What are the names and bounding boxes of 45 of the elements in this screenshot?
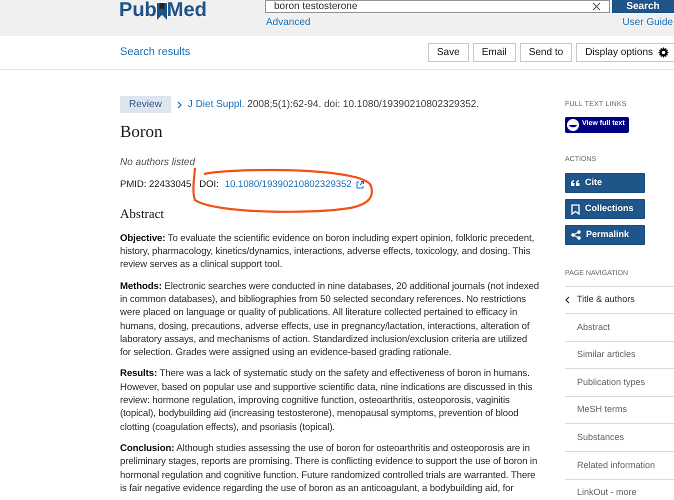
quote-icon: [571, 180, 580, 186]
external-link-icon: [356, 181, 364, 190]
display-options-button[interactable]: Display options: [576, 43, 674, 62]
abstract-paragraph: Objective: To evaluate the scientific evidence on boron including expert opinion, folkloric precedent, history, pharmacology, kinetics/dynamics, interactions, adverse effects, toxicology, and dosing. This review serves as a clinical support tool.: [120, 232, 536, 272]
search-button[interactable]: Search: [612, 0, 674, 13]
page-navigation-item[interactable]: Substances: [565, 423, 674, 452]
search-field[interactable]: boron testosterone: [265, 0, 610, 13]
action-button[interactable]: Permalink: [565, 225, 645, 245]
chevron-right-icon: [176, 100, 182, 108]
abstract-paragraph: Results: There was a lack of systematic study on the safety and effectiveness of boron in humans. However, based on popular use and supportive scientific data, nine indications are discussed in this review: hormone regulation, improving cognitive function, osteoarthritis, osteoporosis, vaginitis (topical), bodybuilding aid (increasing testosterone), menopausal symptoms, prevention of blood clotting (coagulation effects), and psoriasis (topical).: [120, 367, 534, 434]
clear-icon[interactable]: [592, 2, 601, 11]
abstract-heading: Abstract: [120, 205, 166, 224]
user-guide-link[interactable]: User Guide: [622, 15, 673, 30]
doi-label: DOI:: [199, 178, 219, 192]
page-navigation-item[interactable]: Publication types: [565, 368, 674, 396]
page-navigation-item[interactable]: MeSH terms: [565, 396, 674, 424]
pmid-text: PMID: 22433045: [120, 178, 192, 192]
gear-icon: [658, 47, 669, 58]
publisher-icon: [567, 118, 579, 130]
page-navigation-item[interactable]: Similar articles: [565, 340, 674, 368]
page-navigation-item[interactable]: Related information: [565, 451, 674, 479]
logo-text[interactable]: Med: [166, 0, 207, 20]
logo-text[interactable]: Pub: [119, 0, 157, 20]
logo-book-icon: [156, 3, 167, 20]
article-title: Boron: [120, 123, 164, 140]
page-navigation-item[interactable]: Abstract: [565, 313, 674, 341]
search-results-link[interactable]: Search results: [120, 44, 190, 61]
doi-link[interactable]: 10.1080/19390210802329352: [224, 178, 352, 192]
toolbar-button[interactable]: Send to: [520, 43, 572, 62]
authors-text: No authors listed: [120, 156, 196, 170]
bookmark-icon: [571, 204, 580, 214]
abstract-paragraph: Conclusion: Although studies assessing the use of boron for osteoarthritis and osteoporosis are in preliminary stages, reports are promising. There is conflicting evidence to support the use of boron in hormonal regulation and cognitive function. Future randomized controlled trials are warranted. There is fair negative evidence regarding the use of boron as an anticoagulant, a bodybuilding aid, for: [120, 442, 538, 496]
action-button[interactable]: Collections: [565, 199, 645, 219]
chevron-left-icon: [565, 296, 570, 304]
toolbar-button[interactable]: Save: [428, 43, 469, 62]
advanced-link[interactable]: Advanced: [266, 15, 310, 30]
citation-text: 2008;5(1):62-94. doi: 10.1080/19390210802329352.: [247, 99, 480, 110]
page-navigation-item[interactable]: Title & authors: [565, 286, 674, 314]
share-icon: [571, 230, 581, 240]
abstract-paragraph: Methods: Electronic searches were conducted in nine databases, 20 additional journals (not indexed in common databases), and bibliographies from 50 selected secondary references. No restrictions were placed on language or quality of publications. All literature collected pertained to efficacy in humans, dosing, precautions, adverse effects, use in pregnancy/lactation, interactions, alteration of laboratory assays, and mechanisms of action. Standardized inclusion/exclusion criteria are utilized for selection. Grades were assigned using an evidence-based grading rationale.: [120, 280, 540, 360]
page-navigation-item[interactable]: LinkOut - more: [565, 478, 674, 500]
review-badge: Review: [120, 96, 171, 113]
action-button[interactable]: Cite: [565, 173, 645, 193]
journal-link[interactable]: J Diet Suppl.: [188, 99, 244, 110]
toolbar-button[interactable]: Email: [472, 43, 516, 62]
